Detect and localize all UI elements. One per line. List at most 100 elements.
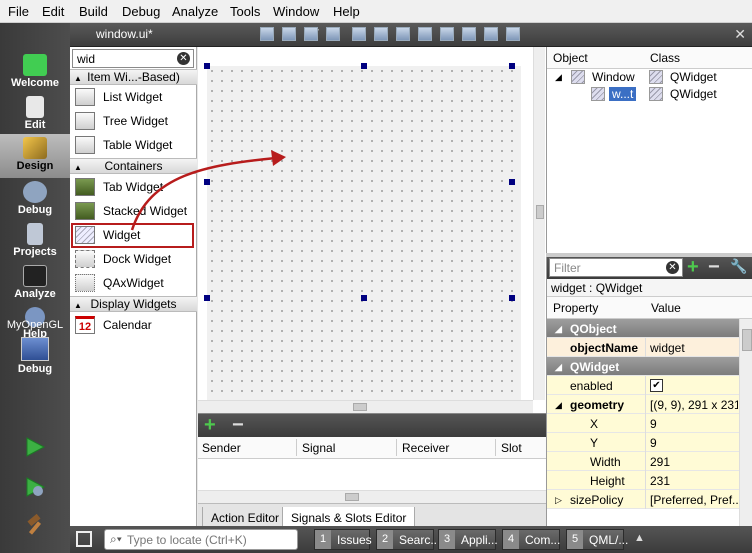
- prop-row-enabled[interactable]: enabled ✔: [547, 376, 739, 395]
- canvas-vertical-scrollbar[interactable]: [533, 47, 545, 400]
- document-title[interactable]: window.ui*: [96, 27, 153, 41]
- column-sender[interactable]: Sender: [202, 441, 241, 455]
- mode-analyze[interactable]: Analyze: [0, 262, 70, 304]
- property-filter-input[interactable]: Filter ✕: [549, 258, 683, 277]
- column-object[interactable]: Object: [553, 51, 588, 65]
- locator-input[interactable]: ⌕▾ Type to locate (Ctrl+K): [104, 529, 298, 550]
- scrollbar-thumb[interactable]: [353, 403, 367, 411]
- prop-value[interactable]: 9: [650, 436, 738, 450]
- add-connection-icon[interactable]: +: [204, 415, 216, 435]
- group-qobject[interactable]: ◢ QObject: [547, 319, 739, 338]
- toggle-sidebar-icon[interactable]: [76, 531, 92, 547]
- prop-row-sizepolicy[interactable]: ▷ sizePolicy [Preferred, Pref...: [547, 490, 739, 509]
- widget-filter-input[interactable]: wid ✕: [72, 49, 194, 68]
- output-tab-compile[interactable]: 4 Com...: [502, 529, 560, 550]
- column-slot[interactable]: Slot: [501, 441, 522, 455]
- enabled-checkbox[interactable]: ✔: [650, 379, 663, 392]
- prop-row-x[interactable]: X9: [547, 414, 739, 433]
- widget-item-qax[interactable]: QAxWidget: [74, 272, 195, 294]
- column-signal[interactable]: Signal: [302, 441, 335, 455]
- output-tab-search[interactable]: 2 Searc...: [376, 529, 440, 550]
- clear-filter-icon[interactable]: ✕: [666, 261, 679, 274]
- prop-row-geometry[interactable]: ◢ geometry [(9, 9), 291 x 231]: [547, 395, 739, 414]
- group-qwidget[interactable]: ◢ QWidget: [547, 357, 739, 376]
- run-icon[interactable]: [24, 436, 46, 458]
- connections-horizontal-scrollbar[interactable]: [198, 490, 546, 503]
- layout-splitter-horizontal-icon[interactable]: [396, 27, 410, 41]
- resize-handle[interactable]: [509, 63, 515, 69]
- prop-value[interactable]: 231: [650, 474, 738, 488]
- prop-value[interactable]: widget: [650, 341, 738, 355]
- prop-value[interactable]: 9: [650, 417, 738, 431]
- mode-projects[interactable]: Projects: [0, 220, 70, 262]
- mode-design[interactable]: Design: [0, 134, 70, 178]
- widget-item-list[interactable]: List Widget: [74, 86, 195, 108]
- layout-horizontal-icon[interactable]: [352, 27, 366, 41]
- tab-signals-slots-editor[interactable]: Signals & Slots Editor: [282, 507, 416, 527]
- resize-handle[interactable]: [204, 179, 210, 185]
- resize-handle[interactable]: [509, 295, 515, 301]
- output-tab-issues[interactable]: 1 Issues: [314, 529, 372, 550]
- edit-tab-order-icon[interactable]: [326, 27, 340, 41]
- prop-row-height[interactable]: Height 231: [547, 471, 739, 490]
- prop-value[interactable]: [Preferred, Pref...: [650, 493, 738, 507]
- tab-action-editor[interactable]: Action Editor: [202, 507, 289, 527]
- expand-triangle-icon[interactable]: ▷: [555, 495, 562, 506]
- column-value[interactable]: Value: [651, 301, 681, 315]
- widget-item-stacked[interactable]: Stacked Widget: [74, 200, 195, 222]
- form-canvas[interactable]: [204, 63, 521, 400]
- collapse-triangle-icon[interactable]: ◢: [555, 400, 562, 411]
- menu-file[interactable]: File: [8, 4, 29, 19]
- resize-handle[interactable]: [361, 295, 367, 301]
- output-tab-application[interactable]: 3 Appli...: [438, 529, 498, 550]
- configure-wrench-icon[interactable]: 🔧: [730, 258, 747, 275]
- tree-row-window[interactable]: ◢ Window QWidget: [547, 69, 752, 86]
- output-tab-qml[interactable]: 5 QML/...: [566, 529, 628, 550]
- category-display-widgets[interactable]: ▲ Display Widgets: [70, 296, 197, 312]
- edit-buddies-icon[interactable]: [304, 27, 318, 41]
- prop-value[interactable]: 291: [650, 455, 738, 469]
- menu-tools[interactable]: Tools: [230, 4, 260, 19]
- scrollbar-thumb[interactable]: [742, 329, 752, 351]
- start-debugging-icon[interactable]: [24, 476, 46, 498]
- mode-edit[interactable]: Edit: [0, 93, 70, 135]
- layout-splitter-vertical-icon[interactable]: [418, 27, 432, 41]
- add-dynamic-property-icon[interactable]: +: [687, 257, 699, 277]
- build-hammer-icon[interactable]: [24, 514, 46, 536]
- resize-handle[interactable]: [204, 295, 210, 301]
- prop-row-objectname[interactable]: objectName widget: [547, 338, 739, 357]
- adjust-size-icon[interactable]: [506, 27, 520, 41]
- more-tabs-icon[interactable]: ▲: [634, 532, 645, 544]
- category-containers[interactable]: ▲ Containers: [70, 158, 197, 174]
- column-receiver[interactable]: Receiver: [402, 441, 449, 455]
- category-item-widgets[interactable]: ▲ Item Wi...-Based): [70, 69, 197, 85]
- widget-item-dock[interactable]: Dock Widget: [74, 248, 195, 270]
- menu-help[interactable]: Help: [333, 4, 360, 19]
- menu-build[interactable]: Build: [79, 4, 108, 19]
- kit-selector[interactable]: MyOpenGL Debug: [0, 319, 70, 375]
- break-layout-icon[interactable]: [484, 27, 498, 41]
- canvas-horizontal-scrollbar[interactable]: [198, 400, 533, 413]
- scrollbar-thumb[interactable]: [345, 493, 359, 501]
- close-document-icon[interactable]: ✕: [734, 26, 746, 43]
- expand-triangle-icon[interactable]: ◢: [555, 72, 562, 83]
- edit-signals-icon[interactable]: [282, 27, 296, 41]
- layout-form-icon[interactable]: [462, 27, 476, 41]
- menu-analyze[interactable]: Analyze: [172, 4, 218, 19]
- property-vertical-scrollbar[interactable]: [739, 319, 752, 526]
- layout-vertical-icon[interactable]: [374, 27, 388, 41]
- mode-debug[interactable]: Debug: [0, 178, 70, 220]
- column-property[interactable]: Property: [553, 301, 598, 315]
- column-class[interactable]: Class: [650, 51, 680, 65]
- menu-edit[interactable]: Edit: [42, 4, 64, 19]
- menu-window[interactable]: Window: [273, 4, 319, 19]
- resize-handle[interactable]: [204, 63, 210, 69]
- widget-item-table[interactable]: Table Widget: [74, 134, 195, 156]
- menu-debug[interactable]: Debug: [122, 4, 160, 19]
- widget-item-calendar[interactable]: 12 Calendar: [74, 314, 195, 336]
- resize-handle[interactable]: [509, 179, 515, 185]
- prop-value[interactable]: [(9, 9), 291 x 231]: [650, 398, 738, 412]
- scrollbar-thumb[interactable]: [536, 205, 544, 219]
- prop-row-width[interactable]: Width 291: [547, 452, 739, 471]
- widget-item-tab[interactable]: Tab Widget: [74, 176, 195, 198]
